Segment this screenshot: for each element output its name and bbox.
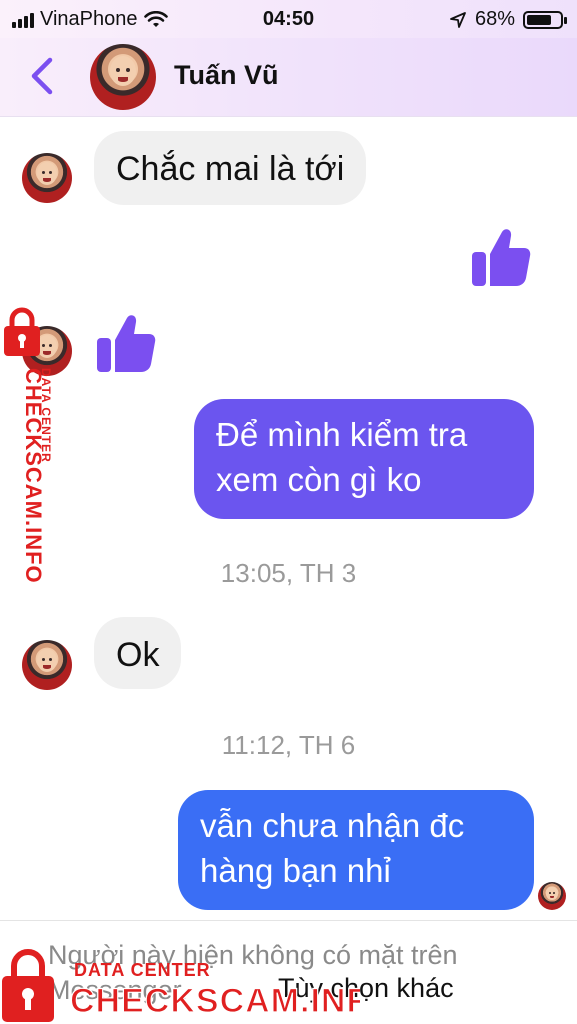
message-text-line: hàng bạn nhỉ [200, 851, 391, 889]
lock-icon [2, 949, 54, 1022]
watermark-bottom: DATA CENTER CHECKSCAM.INFO [2, 949, 360, 1022]
outgoing-message[interactable]: Để mình kiểm tra xem còn gì ko [194, 399, 534, 519]
battery-percent: 68% [474, 8, 515, 30]
message-text-line: xem còn gì ko [216, 460, 422, 498]
contact-name[interactable]: Tuấn Vũ [174, 60, 279, 91]
sender-avatar [22, 153, 72, 203]
like-thumb-icon[interactable] [95, 312, 157, 374]
footer-divider [0, 920, 577, 921]
watermark-vertical: CHECKSCAM.INFO DATA CENTER [4, 307, 53, 584]
watermark-brand: CHECKSCAM.INFO [70, 982, 360, 1020]
outgoing-message[interactable]: vẫn chưa nhận đc hàng bạn nhỉ [178, 790, 534, 910]
incoming-message[interactable]: Chắc mai là tới [94, 131, 367, 205]
timestamp: 13:05, TH 3 [220, 558, 357, 588]
sender-avatar [22, 640, 72, 690]
status-bar: VinaPhone 04:50 68% [0, 0, 577, 38]
location-arrow-icon [450, 11, 466, 28]
message-text-line: Để mình kiểm tra [216, 416, 468, 453]
lock-icon [4, 307, 40, 356]
read-receipt-avatar [538, 882, 566, 910]
message-text: Chắc mai là tới [116, 150, 345, 188]
like-thumb-icon[interactable] [470, 226, 532, 288]
status-right: 68% [449, 8, 567, 31]
watermark-top: DATA CENTER [74, 960, 211, 980]
back-chevron-icon[interactable] [26, 56, 60, 96]
watermark-top: DATA CENTER [39, 368, 53, 463]
chat-header: Tuấn Vũ [0, 38, 577, 117]
message-text: Ok [116, 636, 160, 674]
header-avatar[interactable] [90, 44, 156, 110]
incoming-message[interactable]: Ok [94, 617, 182, 689]
message-text-line: vẫn chưa nhận đc [200, 807, 465, 844]
timestamp: 11:12, TH 6 [221, 730, 356, 760]
battery-icon [523, 10, 567, 29]
